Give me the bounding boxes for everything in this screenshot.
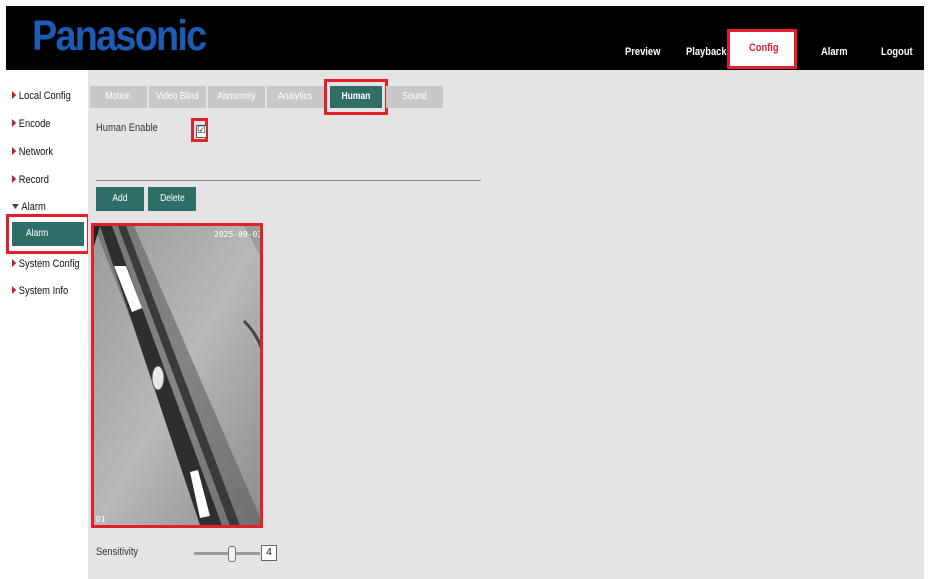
video-channel: D1: [96, 515, 106, 524]
camera-scene: [94, 226, 260, 525]
sidebar-item-label: Local Config: [18, 90, 71, 102]
triangle-right-icon: [12, 259, 17, 267]
tab-analytics[interactable]: Analytics: [267, 86, 324, 108]
sidebar-sub-highlight: Alarm: [6, 214, 90, 254]
sidebar-item-alarm[interactable]: Alarm: [12, 201, 46, 213]
tab-abnormity[interactable]: Abnormity: [208, 86, 265, 108]
sidebar-item-system-config[interactable]: System Config: [12, 258, 80, 270]
delete-button[interactable]: Delete: [148, 187, 196, 211]
sidebar-sub-item-label: Alarm: [26, 228, 49, 239]
divider: [96, 180, 481, 181]
tab-label: Motion: [105, 91, 132, 102]
sidebar-sub-item-alarm[interactable]: Alarm: [12, 222, 84, 246]
sidebar-item-label: System Info: [18, 285, 69, 297]
sidebar-item-record[interactable]: Record: [12, 174, 49, 186]
sidebar-item-system-info[interactable]: System Info: [12, 285, 68, 297]
sidebar: Local Config Encode Network Record Alarm…: [6, 70, 90, 579]
delete-button-label: Delete: [159, 193, 185, 204]
sidebar-item-label: Alarm: [21, 201, 46, 213]
nav-alarm[interactable]: Alarm: [821, 46, 848, 58]
add-button[interactable]: Add: [96, 187, 144, 211]
sensitivity-label: Sensitivity: [96, 546, 139, 558]
sidebar-item-network[interactable]: Network: [12, 146, 53, 158]
triangle-down-icon: [12, 204, 19, 209]
tab-label: Abnormity: [217, 91, 256, 102]
sidebar-item-label: Record: [18, 174, 49, 186]
sensitivity-slider[interactable]: [194, 552, 260, 555]
triangle-right-icon: [12, 119, 17, 127]
nav-config-label: Config: [749, 42, 779, 54]
tab-label: Video Blind: [156, 91, 199, 102]
video-timestamp: 2025-09-03 08:18:45: [214, 230, 263, 239]
tab-label: Human: [341, 91, 371, 102]
sidebar-item-encode[interactable]: Encode: [12, 118, 51, 130]
sensitivity-value[interactable]: 4: [261, 545, 277, 561]
nav-logout[interactable]: Logout: [881, 46, 913, 58]
sidebar-item-local-config[interactable]: Local Config: [12, 90, 71, 102]
sensitivity-slider-thumb[interactable]: [228, 546, 236, 562]
brand-logo: Panasonic: [32, 12, 207, 60]
tab-label: Analytics: [278, 91, 313, 102]
human-enable-label: Human Enable: [96, 122, 158, 134]
nav-preview[interactable]: Preview: [625, 46, 660, 58]
human-enable-highlight: ☑: [191, 118, 208, 142]
triangle-right-icon: [12, 91, 17, 99]
tab-label: Sound: [402, 91, 427, 102]
triangle-right-icon: [12, 147, 17, 155]
tab-human-highlight: Human: [324, 79, 388, 115]
sidebar-item-label: Encode: [18, 118, 51, 130]
triangle-right-icon: [12, 286, 17, 294]
add-button-label: Add: [112, 193, 128, 204]
sidebar-item-label: System Config: [18, 258, 80, 270]
tab-motion[interactable]: Motion: [90, 86, 147, 108]
nav-config[interactable]: Config: [727, 29, 797, 69]
human-enable-checkbox[interactable]: ☑: [196, 125, 207, 138]
tab-sound[interactable]: Sound: [386, 86, 443, 108]
tab-video-blind[interactable]: Video Blind: [149, 86, 206, 108]
nav-playback[interactable]: Playback: [686, 46, 727, 58]
tab-human[interactable]: Human: [330, 86, 382, 108]
triangle-right-icon: [12, 175, 17, 183]
main-panel: Motion Video Blind Abnormity Analytics H…: [88, 70, 924, 579]
video-preview[interactable]: 2025-09-03 08:18:45 D1: [91, 223, 263, 528]
sidebar-item-label: Network: [18, 146, 54, 158]
